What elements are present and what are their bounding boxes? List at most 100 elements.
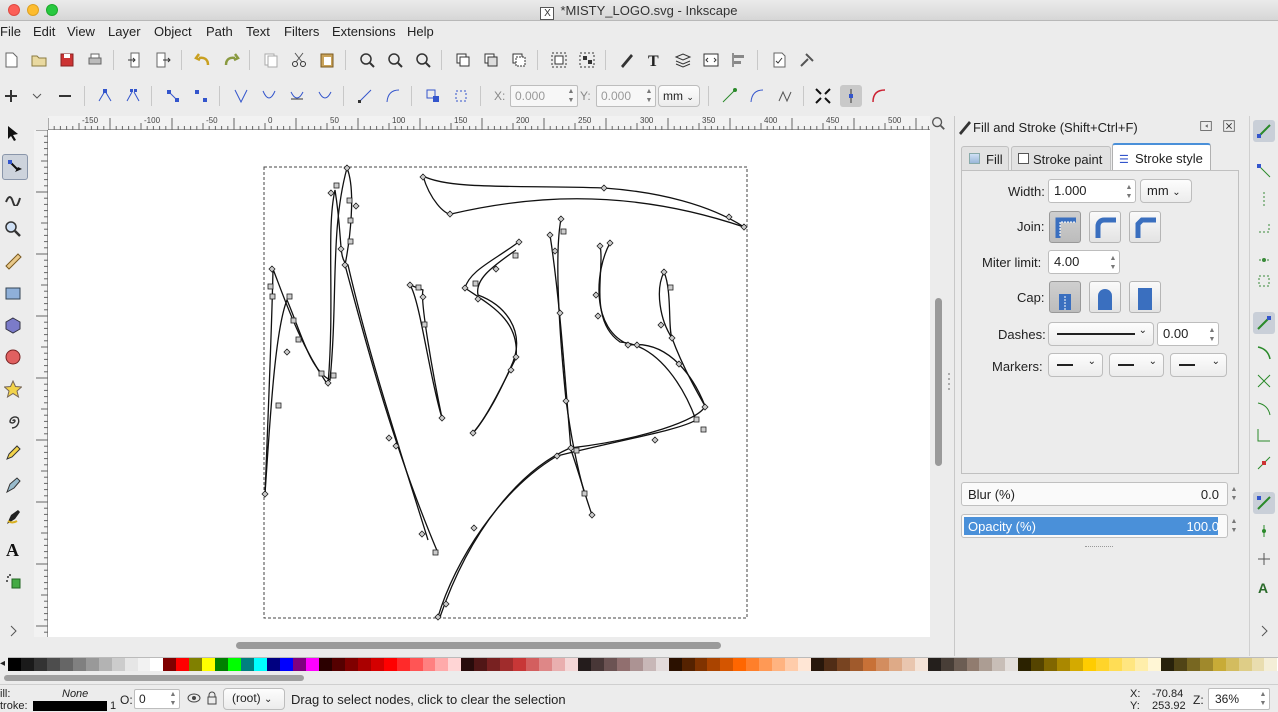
zoom-page-icon[interactable] [412,49,434,71]
color-swatch[interactable] [564,658,578,671]
horizontal-scroll-thumb[interactable] [236,642,721,649]
stroke-color-swatch[interactable] [33,701,107,711]
unlink-clone-icon[interactable] [508,49,530,71]
snap-bbox-icon[interactable] [1253,160,1275,182]
auto-smooth-node-icon[interactable] [314,85,336,107]
color-swatch[interactable] [254,658,268,671]
color-swatch[interactable] [409,658,423,671]
color-swatch[interactable] [811,658,825,671]
menu-text[interactable]: Text [246,24,270,39]
color-swatch[interactable] [798,658,812,671]
snap-intersections-icon[interactable] [1253,370,1275,392]
selector-tool-icon[interactable] [2,122,24,144]
duplicate-icon[interactable] [452,49,474,71]
vertical-scroll-thumb[interactable] [935,298,942,466]
dash-pattern-select[interactable]: ⌄ [1048,322,1154,346]
join-segment-icon[interactable] [162,85,184,107]
snap-paths-icon[interactable] [1253,342,1275,364]
menu-path[interactable]: Path [206,24,233,39]
color-swatch[interactable] [318,658,332,671]
bevel-join-button[interactable] [1129,211,1161,243]
lock-icon[interactable] [203,688,221,708]
spin-arrows-icon[interactable]: ▲ ▼ [1258,690,1268,708]
zoom-tool-icon[interactable] [2,218,24,240]
x-coordinate-input[interactable]: 0.000 ▲ ▼ [510,85,578,107]
color-swatch[interactable] [176,658,190,671]
expand-toolbox-icon[interactable] [2,620,24,642]
color-swatch[interactable] [616,658,630,671]
color-swatch[interactable] [1160,658,1174,671]
spin-arrows-icon[interactable]: ▲ ▼ [1207,326,1217,344]
color-swatch[interactable] [785,658,799,671]
segment-to-line-icon[interactable] [354,85,376,107]
fit-page-icon[interactable] [812,85,834,107]
color-swatch[interactable] [1096,658,1110,671]
smooth-node-icon[interactable] [258,85,280,107]
mid-marker-select[interactable]: ⌄ [1109,353,1164,377]
redo-icon[interactable] [220,49,242,71]
snap-bbox-edge-icon[interactable] [1253,188,1275,210]
align-icon[interactable] [728,49,750,71]
color-swatch[interactable] [979,658,993,671]
color-swatch[interactable] [590,658,604,671]
delete-segment-icon[interactable] [190,85,212,107]
menu-layer[interactable]: Layer [108,24,141,39]
color-swatch[interactable] [966,658,980,671]
menu-extensions[interactable]: Extensions [332,24,396,39]
blur-slider[interactable]: Blur (%) 0.0 [961,482,1228,506]
cusp-node-icon[interactable] [230,85,252,107]
menu-view[interactable]: View [67,24,95,39]
snap-nodes-icon[interactable] [1253,312,1275,334]
clone-icon[interactable] [480,49,502,71]
pencil-tool-icon[interactable] [2,442,24,464]
color-swatch[interactable] [228,658,242,671]
color-swatch[interactable] [1083,658,1097,671]
paste-icon[interactable] [316,49,338,71]
palette-scrollbar[interactable] [0,672,1278,684]
panel-resize-grip[interactable] [1085,546,1113,549]
show-outline-icon[interactable] [774,85,796,107]
node-tool-icon[interactable] [2,154,28,180]
round-cap-button[interactable] [1089,281,1121,313]
document-properties-icon[interactable] [768,49,790,71]
iconify-dock-icon[interactable] [1198,118,1214,134]
preferences-icon[interactable] [796,49,818,71]
color-swatch[interactable] [1186,658,1200,671]
vertical-ruler[interactable] [34,130,48,637]
spiral-tool-icon[interactable] [2,410,24,432]
color-swatch[interactable] [940,658,954,671]
expand-snap-bar-icon[interactable] [1253,620,1275,642]
horizontal-ruler[interactable]: -150 -100 -50 0 50 100 150 200 250 300 350 400 450 50… [48,116,930,130]
color-swatch[interactable] [655,658,669,671]
color-swatch[interactable] [292,658,306,671]
cut-icon[interactable] [288,49,310,71]
color-swatch[interactable] [163,658,177,671]
color-swatch[interactable] [383,658,397,671]
pen-tool-icon[interactable] [2,474,24,496]
color-swatch[interactable] [759,658,773,671]
snap-smooth-nodes-icon[interactable] [1253,424,1275,446]
color-swatch[interactable] [862,658,876,671]
color-swatch[interactable] [720,658,734,671]
color-swatch[interactable] [189,658,203,671]
opacity-indicator-input[interactable]: 0 ▲ ▼ [134,689,180,709]
color-swatch[interactable] [1199,658,1213,671]
color-swatch[interactable] [487,658,501,671]
color-swatch[interactable] [85,658,99,671]
square-cap-button[interactable] [1129,281,1161,313]
color-swatch[interactable] [668,658,682,671]
opacity-slider[interactable]: Opacity (%) 100.0 [961,514,1228,538]
new-document-icon[interactable] [0,49,22,71]
color-swatch[interactable] [746,658,760,671]
menu-file[interactable]: File [0,24,21,39]
blur-spin-arrows-icon[interactable]: ▲ ▼ [1229,485,1239,503]
object-to-path-icon[interactable] [422,85,444,107]
color-swatch[interactable] [849,658,863,671]
snap-cusp-nodes-icon[interactable] [1253,398,1275,420]
color-swatch[interactable] [1005,658,1019,671]
color-swatch[interactable] [629,658,643,671]
opacity-spin-arrows-icon[interactable]: ▲ ▼ [1229,517,1239,535]
chevron-down-icon[interactable] [26,85,48,107]
color-swatch[interactable] [280,658,293,671]
zoom-selection-icon[interactable] [356,49,378,71]
